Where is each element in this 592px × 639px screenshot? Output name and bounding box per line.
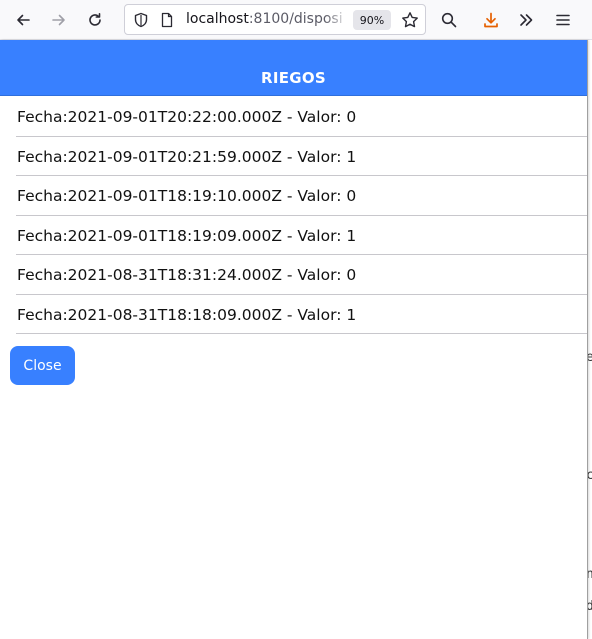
list-item[interactable]: Fecha:2021-08-31T18:18:09.000Z - Valor: … [0,295,587,334]
list-item[interactable]: Fecha:2021-09-01T20:22:00.000Z - Valor: … [0,97,587,137]
back-icon[interactable] [9,6,37,34]
riegos-modal: RIEGOS Fecha:2021-09-01T20:22:00.000Z - … [0,40,587,639]
list-item-text: Fecha:2021-09-01T20:22:00.000Z - Valor: … [17,108,357,126]
list-item-text: Fecha:2021-09-01T18:19:10.000Z - Valor: … [17,187,357,205]
url-host: localhost [186,11,249,27]
modal-title: RIEGOS [260,69,327,87]
list-item[interactable]: Fecha:2021-08-31T18:31:24.000Z - Valor: … [0,255,587,295]
overflow-chevron-icon[interactable] [512,6,540,34]
list-item-text: Fecha:2021-09-01T18:19:09.000Z - Valor: … [17,226,357,245]
modal-header: RIEGOS [0,40,587,96]
list-item[interactable]: Fecha:2021-09-01T18:19:10.000Z - Valor: … [0,176,587,216]
close-button[interactable]: Close [10,346,75,385]
list-item-text: Fecha:2021-09-01T20:21:59.000Z - Valor: … [17,147,357,166]
shield-icon[interactable] [133,12,149,28]
page-icon[interactable] [159,12,175,28]
divider [16,333,587,334]
zoom-indicator[interactable]: 90% [353,10,391,30]
search-icon[interactable] [435,6,463,34]
list-item-text: Fecha:2021-08-31T18:31:24.000Z - Valor: … [17,266,357,284]
list-item-text: Fecha:2021-08-31T18:18:09.000Z - Valor: … [17,305,357,324]
url-bar[interactable]: localhost:8100/disposi 90% [124,4,426,35]
download-icon[interactable] [477,6,505,34]
riegos-list: Fecha:2021-09-01T20:22:00.000Z - Valor: … [0,97,587,334]
reload-icon[interactable] [81,6,109,34]
browser-toolbar: localhost:8100/disposi 90% [0,0,592,40]
list-item[interactable]: Fecha:2021-09-01T18:19:09.000Z - Valor: … [0,216,587,255]
star-icon[interactable] [401,11,419,29]
url-text[interactable]: localhost:8100/disposi [186,11,346,27]
url-fade [325,8,349,32]
list-item[interactable]: Fecha:2021-09-01T20:21:59.000Z - Valor: … [0,137,587,176]
forward-icon[interactable] [45,6,73,34]
menu-icon[interactable] [549,6,577,34]
